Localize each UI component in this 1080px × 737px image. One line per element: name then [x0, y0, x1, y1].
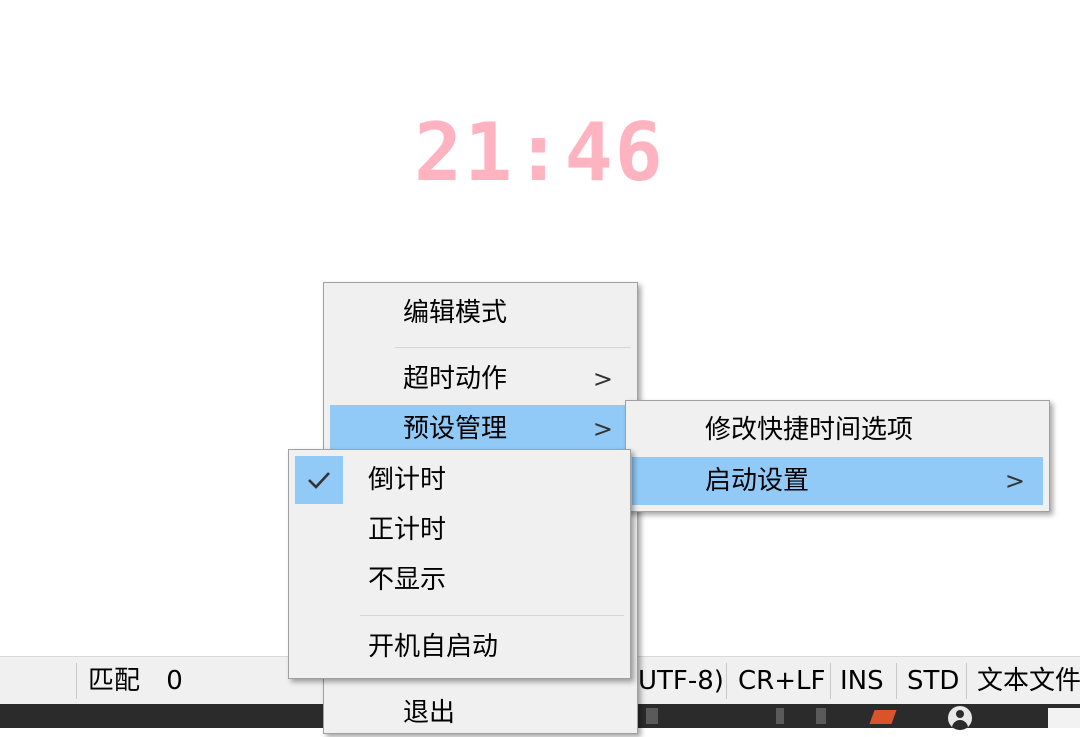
- menu-item-label: 编辑模式: [403, 298, 508, 328]
- menu-item-launch-on-boot[interactable]: 开机自启动: [295, 623, 624, 671]
- clock-display: 21:46: [414, 106, 665, 199]
- menu-item-edit-quick-time[interactable]: 修改快捷时间选项: [632, 406, 1043, 454]
- menu-item-label: 预设管理: [403, 414, 508, 444]
- menu-item-exit[interactable]: 退出: [330, 689, 631, 737]
- menu-item-label: 退出: [403, 698, 456, 728]
- menu-item-timeout-action[interactable]: 超时动作 >: [330, 355, 631, 403]
- menu-item-hide[interactable]: 不显示: [295, 556, 624, 604]
- taskbar-app-icon[interactable]: [776, 708, 784, 724]
- status-divider: [76, 663, 77, 699]
- menu-item-count-up[interactable]: 正计时: [295, 506, 624, 554]
- status-match: 匹配 0: [78, 657, 183, 705]
- status-std-mode[interactable]: STD: [897, 657, 959, 705]
- menu-item-label: 开机自启动: [368, 632, 499, 662]
- status-encoding[interactable]: UTF-8): [628, 657, 724, 705]
- status-match-label: 匹配: [88, 666, 141, 696]
- status-match-count: 0: [166, 666, 183, 696]
- chevron-right-icon: >: [1004, 467, 1025, 495]
- startup-submenu: 倒计时 正计时 不显示 开机自启动: [288, 449, 631, 679]
- menu-item-label: 修改快捷时间选项: [705, 415, 914, 445]
- menu-item-label: 启动设置: [705, 466, 810, 496]
- status-line-ending[interactable]: CR+LF: [728, 657, 825, 705]
- preset-submenu: 修改快捷时间选项 启动设置 >: [625, 400, 1050, 512]
- user-icon[interactable]: [948, 706, 972, 730]
- status-insert-mode[interactable]: INS: [830, 657, 884, 705]
- taskbar-app-icon[interactable]: [646, 708, 658, 724]
- menu-separator: [395, 347, 631, 348]
- menu-item-countdown[interactable]: 倒计时: [295, 456, 624, 504]
- menu-item-label: 倒计时: [368, 465, 447, 495]
- menu-item-preset-management[interactable]: 预设管理 >: [330, 405, 631, 453]
- taskbar-app-icon[interactable]: [816, 708, 826, 724]
- menu-item-label: 超时动作: [403, 364, 508, 394]
- menu-separator: [360, 615, 624, 616]
- status-divider: [726, 663, 727, 699]
- taskbar-app-icon[interactable]: [869, 710, 897, 724]
- menu-item-edit-mode[interactable]: 编辑模式: [330, 289, 631, 337]
- chevron-right-icon: >: [592, 365, 613, 393]
- menu-item-label: 正计时: [368, 515, 447, 545]
- taskbar-tray-icon[interactable]: [1048, 708, 1080, 728]
- status-file-type[interactable]: 文本文件: [967, 657, 1080, 705]
- menu-item-label: 不显示: [368, 565, 447, 595]
- menu-item-startup-settings[interactable]: 启动设置 >: [632, 457, 1043, 505]
- chevron-right-icon: >: [592, 415, 613, 443]
